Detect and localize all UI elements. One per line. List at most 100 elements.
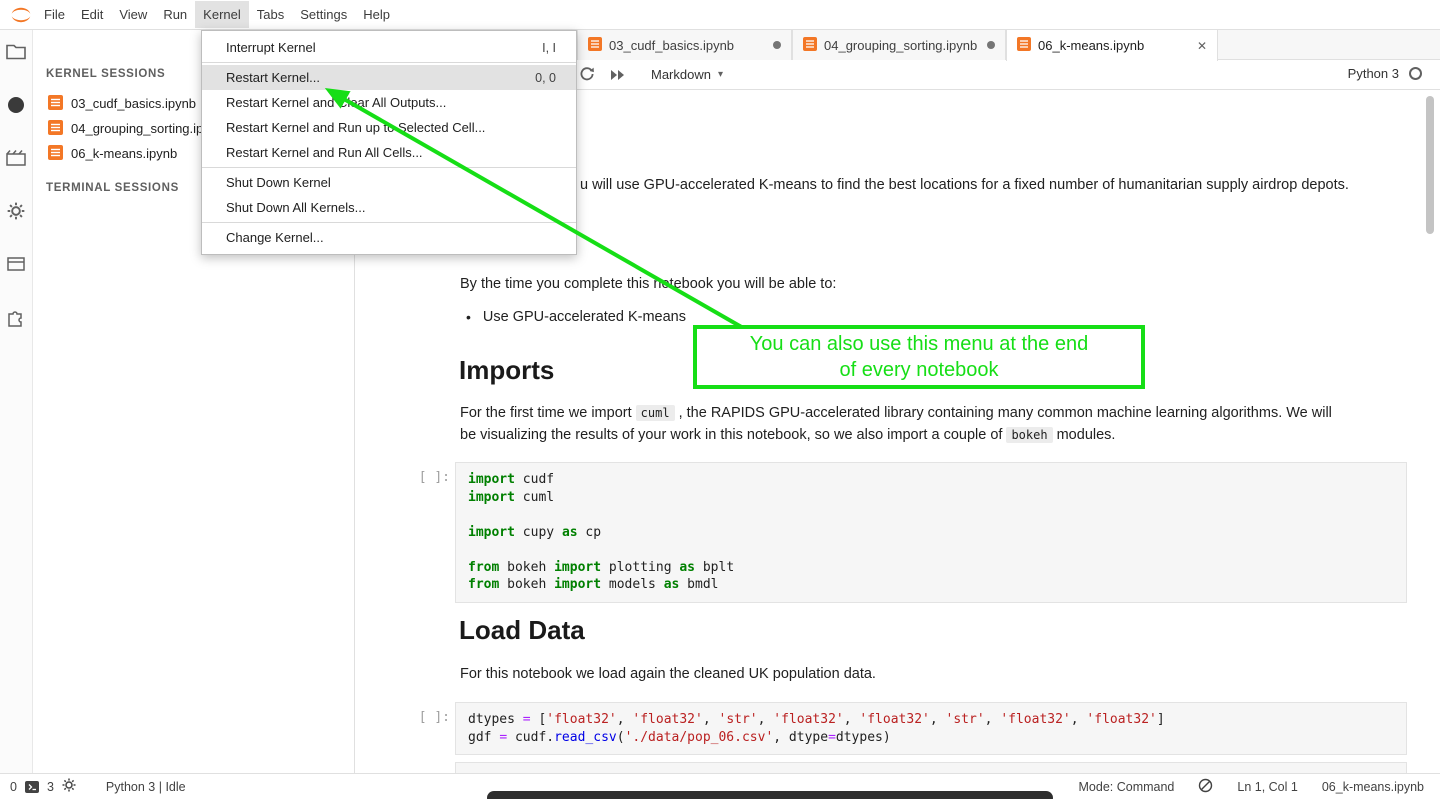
unsaved-dot-icon — [773, 41, 781, 49]
intro-paragraph: u will use GPU-accelerated K-means to fi… — [580, 174, 1420, 196]
cell-prompt: [ ]: — [392, 710, 450, 725]
property-inspector-button[interactable] — [4, 201, 28, 225]
menu-item-shortcut: I, I — [542, 41, 556, 55]
menu-edit[interactable]: Edit — [73, 1, 111, 28]
notebook-mode[interactable]: Mode: Command — [1079, 780, 1175, 794]
session-label: 03_cudf_basics.ipynb — [71, 96, 196, 111]
run-all-button[interactable] — [610, 68, 626, 86]
kernel-name[interactable]: Python 3 — [1348, 66, 1399, 81]
menu-bar: File Edit View Run Kernel Tabs Settings … — [0, 0, 1440, 30]
tab-04-grouping-sorting[interactable]: 04_grouping_sorting.ipynb — [792, 30, 1006, 60]
running-sessions-button[interactable] — [4, 95, 28, 119]
cell-type-dropdown[interactable]: Markdown ▾ — [651, 67, 723, 82]
menu-item-restart-kernel[interactable]: Restart Kernel... 0, 0 — [202, 65, 576, 90]
imports-heading: Imports — [459, 355, 554, 386]
notebook-file-icon — [1017, 37, 1031, 54]
tab-label: 03_cudf_basics.ipynb — [609, 38, 766, 53]
restart-kernel-button[interactable] — [579, 66, 595, 87]
left-sidebar-strip — [0, 30, 33, 773]
chevron-down-icon: ▾ — [718, 69, 723, 80]
menu-help[interactable]: Help — [355, 1, 398, 28]
cursor-position[interactable]: Ln 1, Col 1 — [1237, 780, 1297, 794]
code-cell-load-data[interactable]: dtypes = ['float32', 'float32', 'str', '… — [455, 702, 1407, 755]
terminals-count: 0 — [10, 780, 17, 794]
kernel-menu-dropdown: Interrupt Kernel I, I Restart Kernel... … — [201, 30, 577, 255]
notebook-file-icon — [48, 95, 63, 113]
notebook-scrollbar-thumb[interactable] — [1426, 96, 1434, 234]
annotation-text-line2: of every notebook — [840, 357, 999, 383]
annotation-text-line1: You can also use this menu at the end — [750, 331, 1088, 357]
next-cell-partial[interactable] — [455, 762, 1407, 773]
active-file-name: 06_k-means.ipynb — [1322, 780, 1424, 794]
load-data-paragraph: For this notebook we load again the clea… — [460, 663, 876, 685]
file-browser-button[interactable] — [4, 42, 28, 66]
annotation-callout-box: You can also use this menu at the end of… — [693, 325, 1145, 389]
menu-item-label: Shut Down All Kernels... — [226, 200, 365, 215]
cell-prompt: [ ]: — [392, 470, 450, 485]
dashboard-icon — [6, 149, 26, 171]
kernel-status-idle-icon[interactable] — [1409, 67, 1422, 80]
gears-icon — [7, 202, 25, 225]
trust-icon[interactable] — [1198, 778, 1213, 796]
puzzle-icon — [6, 307, 26, 332]
objective-text: Use GPU-accelerated K-means — [483, 309, 686, 325]
session-label: 06_k-means.ipynb — [71, 146, 177, 161]
menu-tabs[interactable]: Tabs — [249, 1, 292, 28]
imports-paragraph: For the first time we import cuml , the … — [460, 402, 1348, 446]
menu-item-label: Restart Kernel... — [226, 70, 320, 85]
menu-item-label: Shut Down Kernel — [226, 175, 331, 190]
terminal-icon — [25, 781, 39, 793]
tab-06-k-means[interactable]: 06_k-means.ipynb ✕ — [1006, 30, 1218, 61]
menu-view[interactable]: View — [111, 1, 155, 28]
open-tabs-button[interactable] — [4, 254, 28, 278]
menu-kernel[interactable]: Kernel — [195, 1, 249, 28]
tab-label: 06_k-means.ipynb — [1038, 38, 1190, 53]
menu-item-change-kernel[interactable]: Change Kernel... — [202, 225, 576, 250]
tab-03-cudf-basics[interactable]: 03_cudf_basics.ipynb — [577, 30, 792, 60]
menu-item-interrupt-kernel[interactable]: Interrupt Kernel I, I — [202, 35, 576, 60]
restart-icon — [579, 69, 595, 86]
notebook-file-icon — [48, 120, 63, 138]
dock-hint-bar — [487, 791, 1053, 799]
menu-item-restart-run-all[interactable]: Restart Kernel and Run All Cells... — [202, 140, 576, 165]
objective-bullet-item: • Use GPU-accelerated K-means — [466, 309, 686, 325]
load-data-heading: Load Data — [459, 615, 585, 646]
menu-item-label: Restart Kernel and Run All Cells... — [226, 145, 423, 160]
menu-item-label: Restart Kernel and Run up to Selected Ce… — [226, 120, 485, 135]
jupyter-logo-icon — [9, 3, 33, 27]
kernels-count: 3 — [47, 780, 54, 794]
unsaved-dot-icon — [987, 41, 995, 49]
running-sessions-status[interactable]: 0 3 — [10, 778, 76, 795]
menu-separator — [202, 222, 576, 223]
gpu-dashboards-button[interactable] — [4, 148, 28, 172]
menu-item-shutdown-kernel[interactable]: Shut Down Kernel — [202, 170, 576, 195]
status-bar-right: Mode: Command Ln 1, Col 1 06_k-means.ipy… — [1079, 778, 1425, 796]
menu-item-label: Change Kernel... — [226, 230, 324, 245]
notebook-file-icon — [48, 145, 63, 163]
menu-item-restart-clear-outputs[interactable]: Restart Kernel and Clear All Outputs... — [202, 90, 576, 115]
window-icon — [7, 256, 25, 277]
menu-item-shortcut: 0, 0 — [535, 71, 556, 85]
code-cell-imports[interactable]: import cudfimport cuml import cupy as cp… — [455, 462, 1407, 603]
fast-forward-icon — [610, 68, 626, 85]
kernel-status-text[interactable]: Python 3 | Idle — [106, 780, 186, 794]
menu-item-label: Interrupt Kernel — [226, 40, 316, 55]
cell-type-value: Markdown — [651, 67, 711, 82]
bullet-icon: • — [466, 309, 471, 325]
kernel-gear-icon — [62, 778, 76, 795]
tab-label: 04_grouping_sorting.ipynb — [824, 38, 980, 53]
running-circle-icon — [7, 96, 25, 119]
menu-item-restart-run-to-selected[interactable]: Restart Kernel and Run up to Selected Ce… — [202, 115, 576, 140]
menu-item-label: Restart Kernel and Clear All Outputs... — [226, 95, 446, 110]
menu-separator — [202, 62, 576, 63]
menu-run[interactable]: Run — [155, 1, 195, 28]
close-tab-icon[interactable]: ✕ — [1197, 39, 1207, 53]
menu-settings[interactable]: Settings — [292, 1, 355, 28]
menu-item-shutdown-all-kernels[interactable]: Shut Down All Kernels... — [202, 195, 576, 220]
menu-file[interactable]: File — [36, 1, 73, 28]
notebook-file-icon — [588, 37, 602, 54]
notebook-file-icon — [803, 37, 817, 54]
kernel-indicator: Python 3 — [1348, 66, 1422, 81]
extension-manager-button[interactable] — [4, 307, 28, 331]
menu-separator — [202, 167, 576, 168]
